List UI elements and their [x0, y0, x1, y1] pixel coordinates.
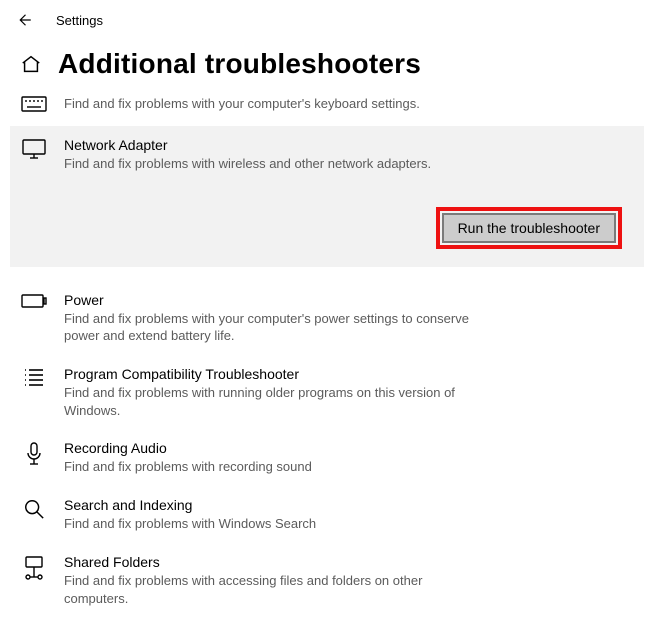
microphone-icon [20, 439, 48, 467]
item-desc: Find and fix problems with recording sou… [64, 458, 484, 476]
page-title-row: Additional troubleshooters [10, 40, 644, 84]
troubleshooter-item-power[interactable]: Power Find and fix problems with your co… [10, 281, 644, 355]
troubleshooter-item-recording-audio[interactable]: Recording Audio Find and fix problems wi… [10, 429, 644, 486]
item-desc: Find and fix problems with running older… [64, 384, 484, 419]
item-desc: Find and fix problems with your computer… [64, 310, 484, 345]
window-header: Settings [0, 0, 654, 40]
highlight-box: Run the troubleshooter [436, 207, 622, 249]
network-drive-icon [20, 553, 48, 581]
troubleshooter-item-shared-folders[interactable]: Shared Folders Find and fix problems wit… [10, 543, 644, 617]
item-desc: Find and fix problems with your computer… [64, 95, 484, 113]
item-title: Search and Indexing [64, 496, 632, 514]
item-desc: Find and fix problems with wireless and … [64, 155, 484, 173]
item-title: Recording Audio [64, 439, 632, 457]
run-troubleshooter-button[interactable]: Run the troubleshooter [442, 213, 616, 243]
item-title: Network Adapter [64, 136, 632, 154]
troubleshooter-item-search-indexing[interactable]: Search and Indexing Find and fix problem… [10, 486, 644, 543]
window-title: Settings [56, 13, 103, 28]
monitor-icon [20, 136, 48, 160]
item-title: Power [64, 291, 632, 309]
keyboard-icon [20, 94, 48, 114]
troubleshooter-item-network-adapter[interactable]: Network Adapter Find and fix problems wi… [10, 126, 644, 267]
back-button[interactable] [12, 8, 36, 32]
item-title: Shared Folders [64, 553, 632, 571]
troubleshooter-item-program-compatibility[interactable]: Program Compatibility Troubleshooter Fin… [10, 355, 644, 429]
page-title: Additional troubleshooters [58, 48, 421, 80]
troubleshooter-item-keyboard[interactable]: Find and fix problems with your computer… [10, 84, 644, 124]
list-icon [20, 365, 48, 387]
search-icon [20, 496, 48, 520]
home-icon[interactable] [20, 53, 42, 75]
item-title: Program Compatibility Troubleshooter [64, 365, 632, 383]
battery-icon [20, 291, 48, 309]
item-desc: Find and fix problems with Windows Searc… [64, 515, 484, 533]
item-desc: Find and fix problems with accessing fil… [64, 572, 484, 607]
